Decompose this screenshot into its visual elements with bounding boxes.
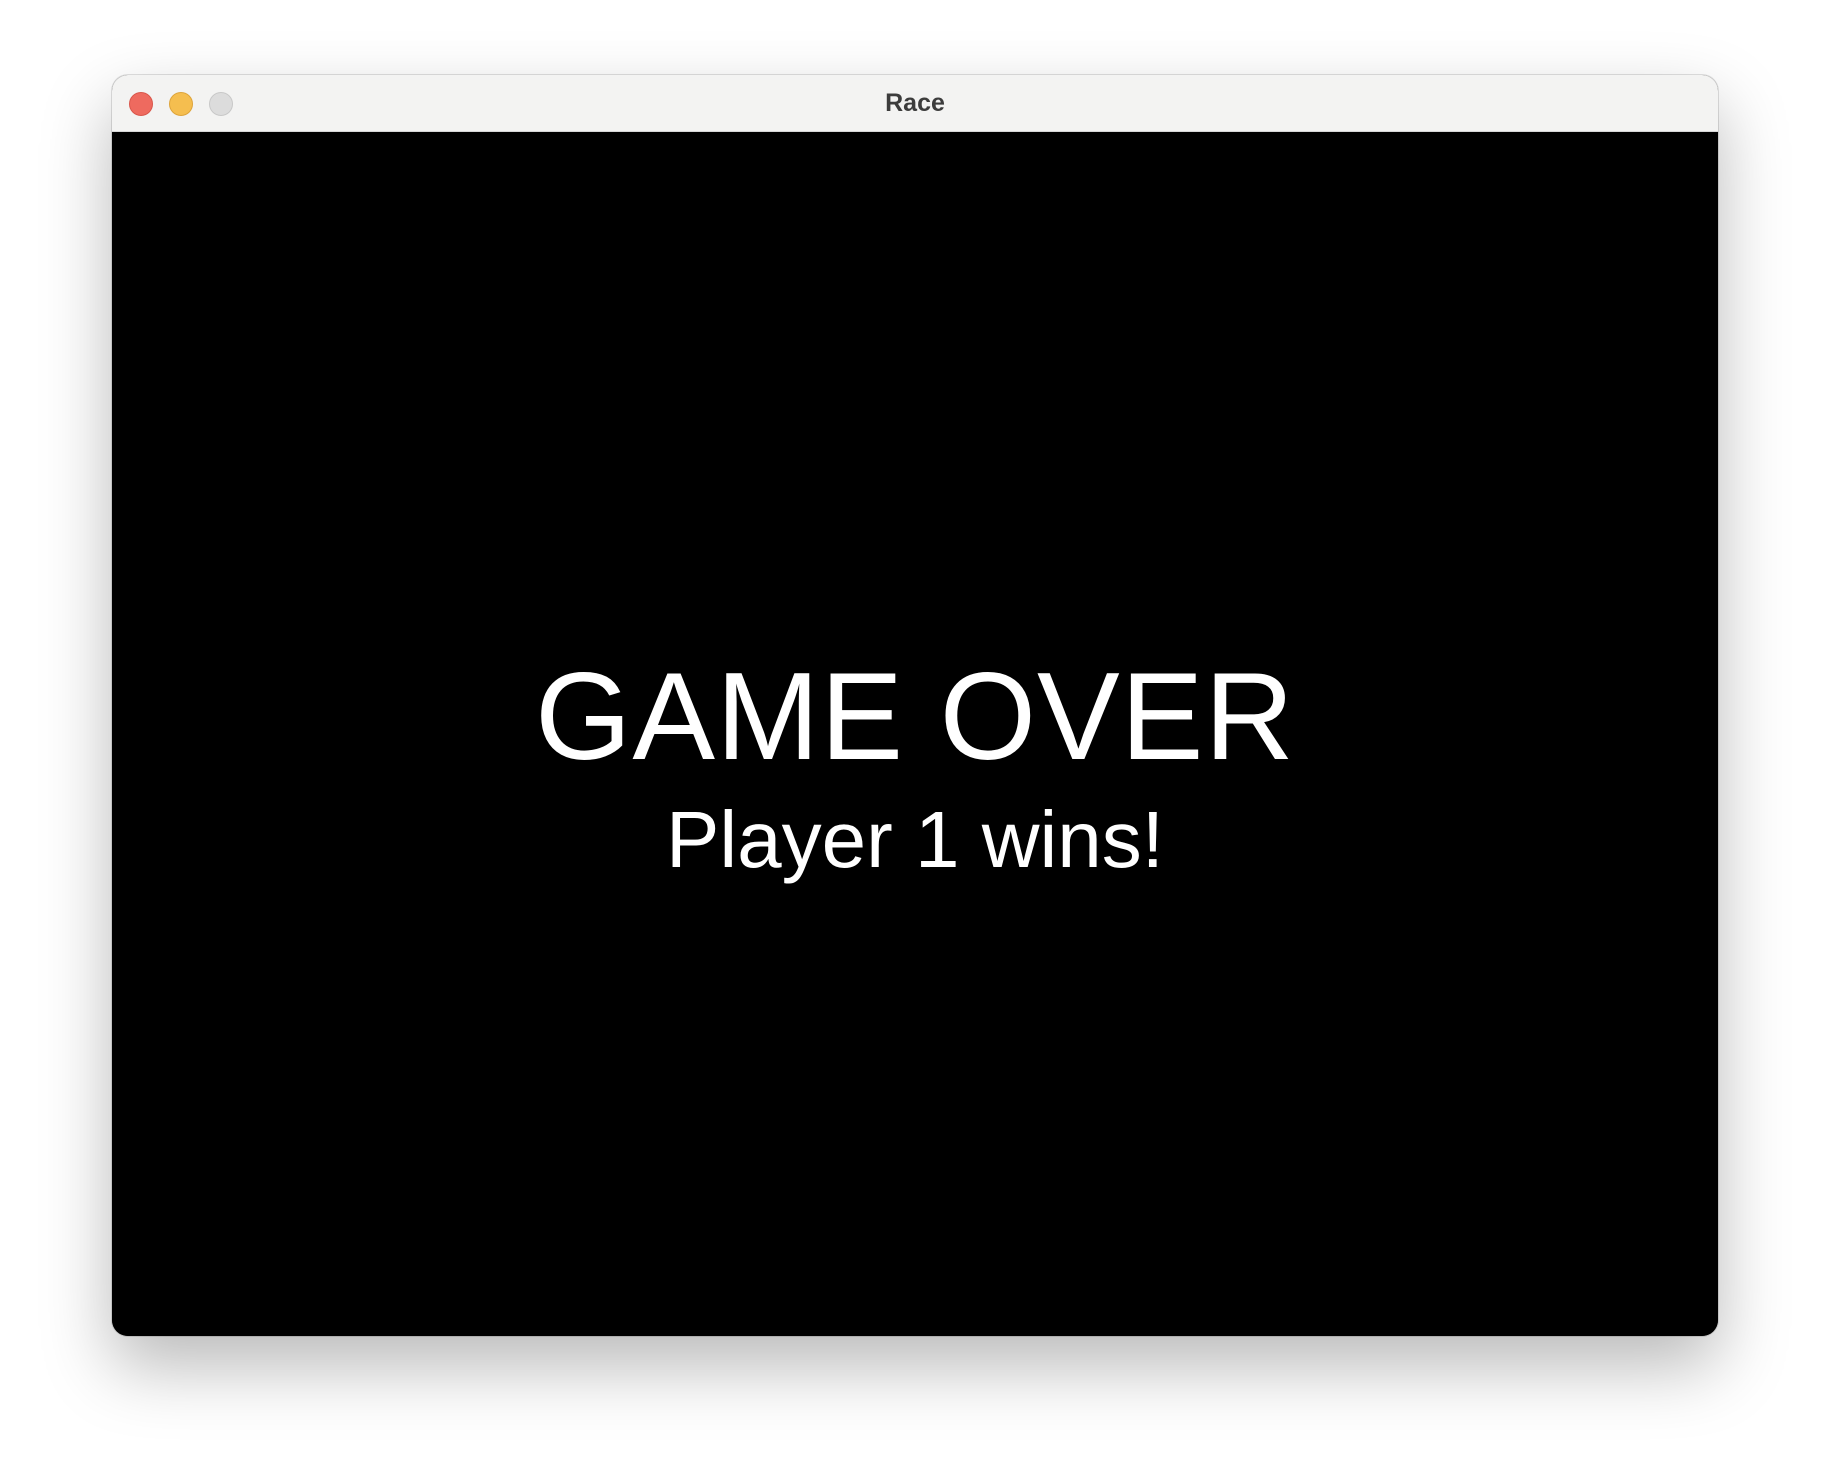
winner-message: Player 1 wins!: [666, 795, 1164, 884]
window-title: Race: [885, 89, 945, 117]
race-window: Race GAME OVER Player 1 wins!: [112, 75, 1718, 1336]
game-canvas[interactable]: GAME OVER Player 1 wins!: [112, 132, 1718, 1336]
window-titlebar[interactable]: Race: [112, 75, 1718, 132]
game-over-heading: GAME OVER: [534, 648, 1296, 786]
